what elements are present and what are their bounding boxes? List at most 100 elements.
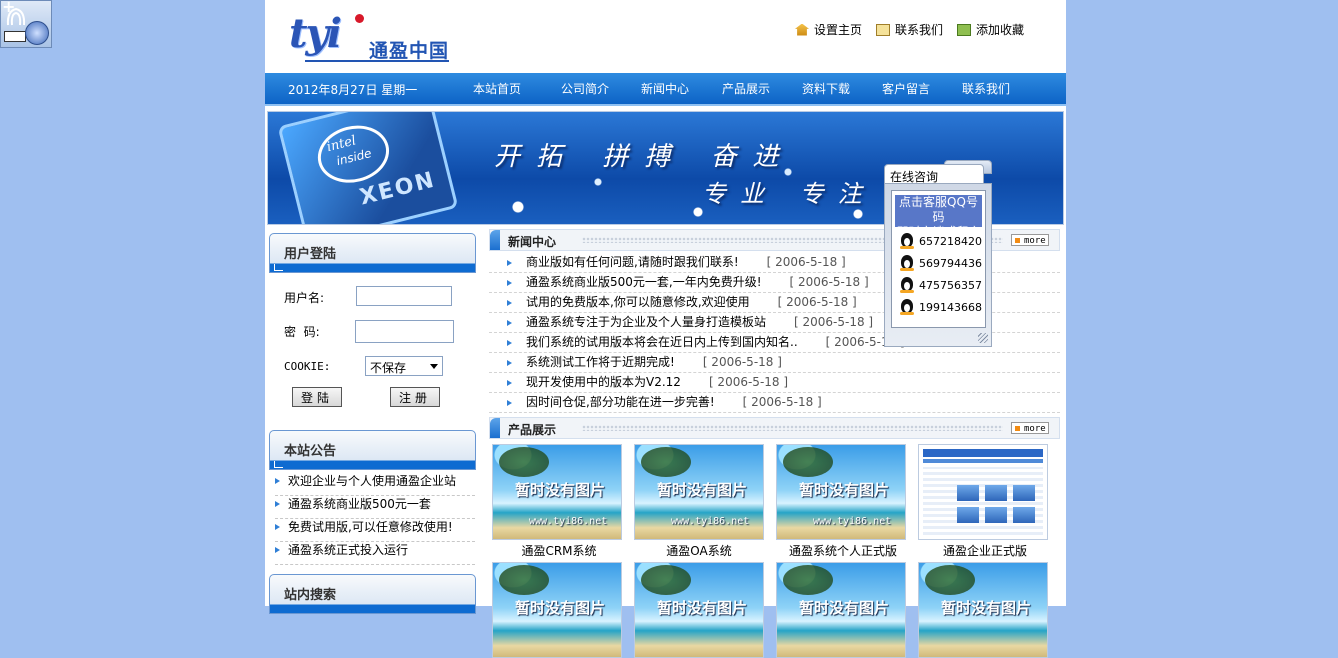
nav-guestbook[interactable]: 客户留言 (882, 80, 930, 97)
set-homepage-link[interactable]: 设置主页 (795, 21, 862, 38)
news-item-text: 通盈系统商业版500元一套,一年内免费升级! (526, 275, 762, 289)
news-item-date: [ 2006-5-18 ] (708, 375, 789, 389)
product-screenshot[interactable] (918, 444, 1048, 540)
news-item-text: 商业版如有任何问题,请随时跟我们联系! (526, 255, 739, 269)
more-label: more (1024, 424, 1046, 434)
news-item-date: [ 2006-5-18 ] (789, 275, 869, 289)
dotted-divider (582, 425, 1003, 431)
qq-penguin-icon (900, 233, 914, 249)
resize-grip-icon[interactable] (978, 333, 988, 343)
nav-home[interactable]: 本站首页 (473, 80, 521, 97)
logo-underline (305, 60, 449, 62)
palm-icon (641, 447, 691, 477)
no-image-text: 暂时没有图片 (657, 599, 748, 617)
contact-link[interactable]: 联系我们 (876, 21, 943, 38)
products-more-button[interactable]: more (1011, 422, 1049, 434)
arrow-icon (507, 399, 512, 406)
arrow-icon (507, 339, 512, 346)
login-button[interactable]: 登陆 (292, 387, 343, 407)
product-caption[interactable]: 通盈CRM系统 (484, 542, 634, 559)
widget-frame: 点击客服QQ号码 即时交谈或留言 657218420 569794436 475… (884, 183, 992, 347)
qq-contact[interactable]: 199143668 (900, 299, 982, 315)
no-image-text: 暂时没有图片 (515, 481, 606, 499)
notice-title: 本站公告 (284, 444, 337, 459)
qq-penguin-icon (900, 255, 914, 271)
corner-icon (274, 461, 283, 468)
arrow-icon (275, 523, 280, 530)
news-item[interactable]: 因时间仓促,部分功能在进一步完善! [ 2006-5-18 ] (489, 393, 1060, 413)
nav-news[interactable]: 新闻中心 (641, 80, 689, 97)
banner-slogan1: 开拓 拼搏 奋进 (494, 142, 795, 172)
nav-about[interactable]: 公司简介 (561, 80, 609, 97)
no-image-text: 暂时没有图片 (515, 599, 606, 617)
nav-contact[interactable]: 联系我们 (962, 80, 1010, 97)
news-item-text: 现开发使用中的版本为V2.12 (526, 375, 681, 389)
desktop-widget[interactable]: + (0, 0, 52, 48)
thumb-image (985, 507, 1007, 523)
product-image[interactable]: 暂时没有图片 (918, 562, 1048, 658)
palm-icon (499, 565, 549, 595)
more-label: more (1024, 236, 1046, 246)
set-homepage-label: 设置主页 (814, 23, 863, 37)
product-image[interactable]: 暂时没有图片 (776, 562, 906, 658)
palm-icon (499, 447, 549, 477)
chevron-down-icon (430, 364, 438, 369)
qq-contact[interactable]: 475756357 (900, 277, 982, 293)
site-logo[interactable]: tyi 通盈中国 (285, 4, 485, 64)
fingerprint-icon (6, 7, 26, 26)
product-caption[interactable]: 通盈OA系统 (624, 542, 774, 559)
more-icon (1015, 238, 1020, 243)
nav-downloads[interactable]: 资料下载 (802, 80, 850, 97)
register-button[interactable]: 注册 (390, 387, 441, 407)
add-favorite-link[interactable]: 添加收藏 (957, 21, 1024, 38)
corner-icon (274, 264, 283, 271)
news-item[interactable]: 现开发使用中的版本为V2.12 [ 2006-5-18 ] (489, 373, 1060, 393)
notice-box-title: 本站公告 (269, 430, 476, 470)
cookie-select[interactable]: 不保存 (365, 356, 443, 376)
qq-number: 475756357 (919, 278, 982, 292)
intel-xeon-logo: intel inside XEON (277, 112, 459, 224)
product-caption[interactable]: 通盈系统个人正式版 (768, 542, 918, 559)
tip-line1: 点击客服QQ号码 (899, 195, 978, 224)
no-image-text: 暂时没有图片 (799, 599, 890, 617)
qq-penguin-icon (900, 299, 914, 315)
qq-contact[interactable]: 657218420 (900, 233, 982, 249)
add-favorite-label: 添加收藏 (976, 23, 1025, 37)
no-image-text: 暂时没有图片 (941, 599, 1032, 617)
notice-item-text: 通盈系统商业版500元一套 (288, 497, 431, 511)
news-item-date: [ 2006-5-18 ] (794, 315, 874, 329)
news-item-date: [ 2006-5-18 ] (742, 395, 822, 409)
nav-products[interactable]: 产品展示 (722, 80, 770, 97)
news-more-button[interactable]: more (1011, 234, 1049, 246)
username-input[interactable] (356, 286, 452, 306)
home-icon (795, 23, 809, 36)
qq-number: 199143668 (919, 300, 982, 314)
palm-icon (641, 565, 691, 595)
product-image[interactable]: 暂时没有图片 (634, 562, 764, 658)
product-image[interactable]: 暂时没有图片 www.tyi86.net (776, 444, 906, 540)
top-links: 设置主页 联系我们 添加收藏 (795, 21, 1024, 38)
product-caption[interactable]: 通盈企业正式版 (910, 542, 1060, 559)
section-tab (490, 230, 500, 250)
image-url-text: www.tyi86.net (529, 516, 608, 527)
qq-penguin-icon (900, 277, 914, 293)
thumb-image (985, 485, 1007, 501)
image-url-text: www.tyi86.net (813, 516, 892, 527)
news-item[interactable]: 系统测试工作将于近期完成! [ 2006-5-18 ] (489, 353, 1060, 373)
notice-item[interactable]: 通盈系统正式投入运行 (275, 541, 475, 565)
arrow-icon (507, 379, 512, 386)
news-item-text: 通盈系统专注于为企业及个人量身打造模板站 (526, 315, 767, 329)
password-input[interactable] (355, 320, 454, 343)
product-image[interactable]: 暂时没有图片 (492, 562, 622, 658)
product-image[interactable]: 暂时没有图片 www.tyi86.net (634, 444, 764, 540)
online-consult-widget[interactable]: 在线咨询 点击客服QQ号码 即时交谈或留言 657218420 56979443… (884, 160, 994, 350)
product-image[interactable]: 暂时没有图片 www.tyi86.net (492, 444, 622, 540)
qq-contact[interactable]: 569794436 (900, 255, 982, 271)
products-title: 产品展示 (508, 423, 557, 437)
notice-item[interactable]: 免费试用版,可以任意修改使用! (275, 518, 475, 542)
favorite-icon (957, 23, 972, 36)
notice-item[interactable]: 通盈系统商业版500元一套 (275, 495, 475, 519)
news-item-date: [ 2006-5-18 ] (766, 255, 846, 269)
notice-item[interactable]: 欢迎企业与个人使用通盈企业站 (275, 472, 475, 496)
widget-header: 在线咨询 (884, 164, 984, 184)
